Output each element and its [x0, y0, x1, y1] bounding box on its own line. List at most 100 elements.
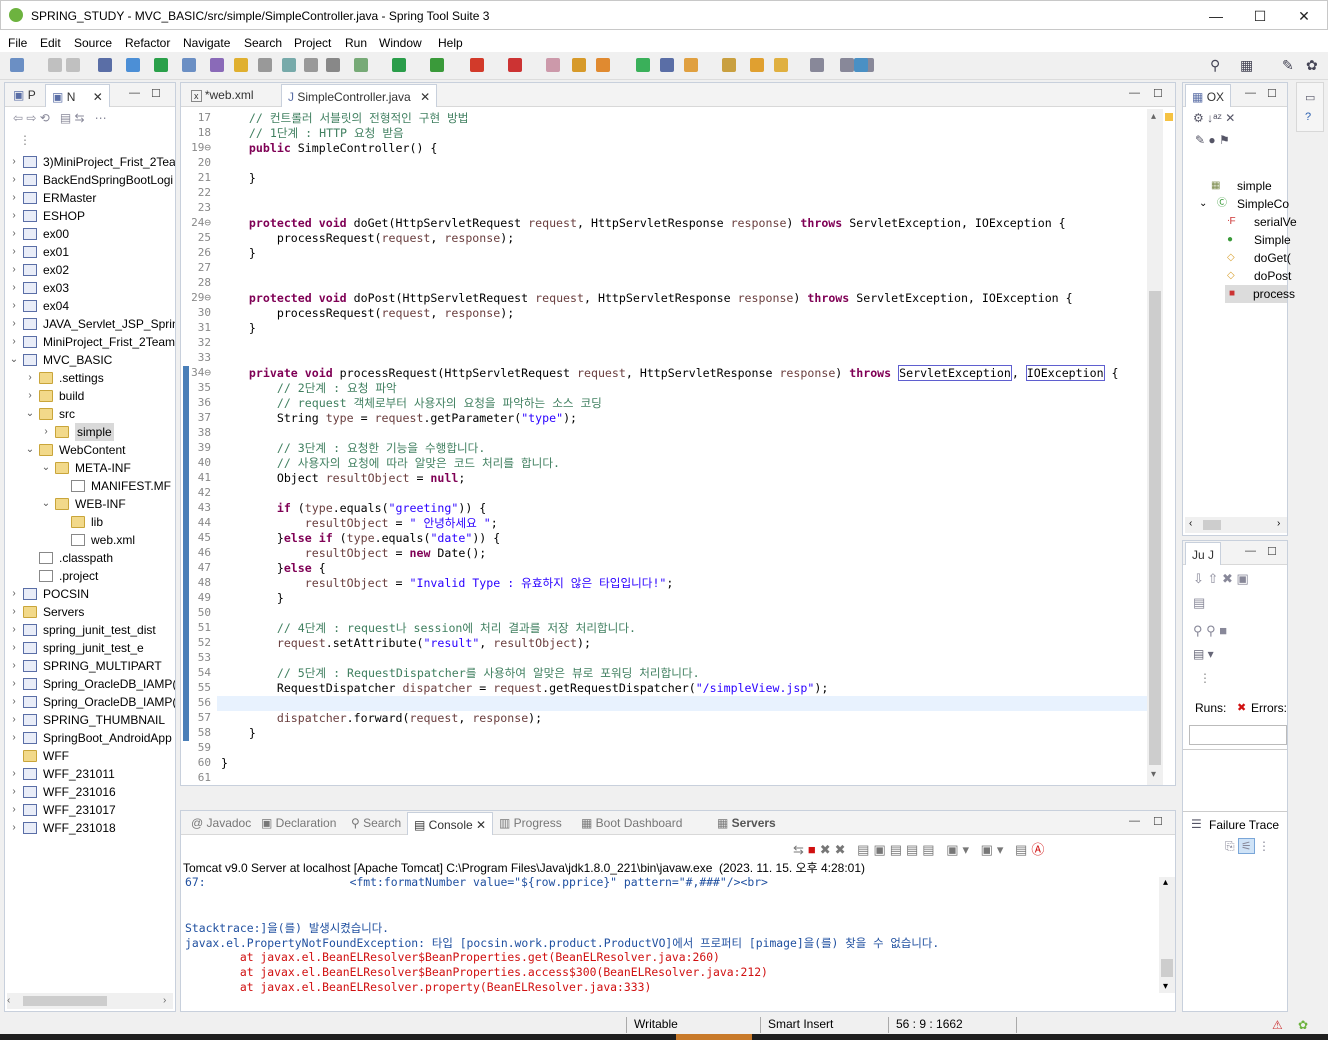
code-line[interactable]: public SimpleController() {: [221, 141, 437, 156]
maximize-outline-icon[interactable]: ☐: [1267, 87, 1277, 100]
tree-item[interactable]: › BackEndSpringBootLogi: [9, 171, 175, 189]
tree-item[interactable]: › MiniProject_Frist_2Team: [9, 333, 175, 351]
expanded-arrow-icon[interactable]: ⌄: [9, 351, 19, 369]
tree-item[interactable]: WFF: [9, 747, 175, 765]
code-line[interactable]: resultObject = "Invalid Type : 유효하지 않은 타…: [221, 576, 674, 591]
tab-console[interactable]: ▤ Console ✕: [407, 812, 494, 835]
tree-item[interactable]: › Spring_OracleDB_IAMP(: [9, 675, 175, 693]
collapsed-arrow-icon[interactable]: ›: [9, 585, 19, 603]
code-area[interactable]: 17 // 컨트롤러 서블릿의 전형적인 구현 방법 18 // 1단계 : HT…: [181, 109, 1147, 785]
menu-window[interactable]: Window: [379, 33, 422, 50]
code-line[interactable]: protected void doGet(HttpServletRequest …: [221, 216, 1066, 231]
notification-icon[interactable]: ⚠: [1272, 1018, 1283, 1032]
tree-item[interactable]: › ex03: [9, 279, 175, 297]
tree-item[interactable]: › ex02: [9, 261, 175, 279]
code-line[interactable]: // 컨트롤러 서블릿의 전형적인 구현 방법: [221, 111, 469, 126]
tree-item[interactable]: › WFF_231016: [9, 783, 175, 801]
tab-servers[interactable]: ▦ Servers: [711, 811, 782, 835]
minimize-junit-icon[interactable]: —: [1245, 545, 1256, 557]
toolbar-button-icon[interactable]: [282, 58, 296, 72]
outline-item[interactable]: ▦ simple: [1183, 177, 1287, 195]
menu-project[interactable]: Project: [294, 33, 331, 50]
toolbar-button-icon[interactable]: [10, 58, 24, 72]
junit-history-icon[interactable]: ▤: [1193, 595, 1205, 611]
code-line[interactable]: dispatcher.forward(request, response);: [221, 711, 542, 726]
menu-search[interactable]: Search: [244, 33, 282, 50]
toolbar-button-icon[interactable]: [304, 58, 318, 72]
toolbar-button-icon[interactable]: [234, 58, 248, 72]
tree-item[interactable]: › WFF_231011: [9, 765, 175, 783]
tree-item[interactable]: ⌄ src: [9, 405, 175, 423]
tree-item[interactable]: › simple: [9, 423, 175, 441]
maximize-editor-icon[interactable]: ☐: [1153, 87, 1163, 100]
tab-declaration[interactable]: ▣ Declaration: [255, 811, 342, 835]
code-line[interactable]: processRequest(request, response);: [221, 306, 514, 321]
tree-item[interactable]: .classpath: [9, 549, 175, 567]
junit-view-menu-icon[interactable]: ⋮: [1199, 671, 1211, 685]
minimize-view-icon[interactable]: —: [129, 87, 140, 99]
collapsed-arrow-icon[interactable]: ›: [9, 189, 19, 207]
junit-layout-icon[interactable]: ▤ ▾: [1193, 647, 1214, 661]
code-line[interactable]: resultObject = new Date();: [221, 546, 487, 561]
horizontal-scrollbar[interactable]: ‹ ›: [7, 993, 173, 1009]
collapsed-arrow-icon[interactable]: ›: [9, 675, 19, 693]
collapsed-arrow-icon[interactable]: ›: [9, 783, 19, 801]
expanded-arrow-icon[interactable]: ⌄: [1199, 195, 1207, 213]
code-line[interactable]: }else if (type.equals("date")) {: [221, 531, 500, 546]
expanded-arrow-icon[interactable]: ⌄: [25, 441, 35, 459]
tree-item[interactable]: › SPRING_THUMBNAIL: [9, 711, 175, 729]
toolbar-button-icon[interactable]: [98, 58, 112, 72]
menu-edit[interactable]: Edit: [40, 33, 61, 50]
maximize-console-icon[interactable]: ☐: [1153, 815, 1163, 828]
toolbar-button-icon[interactable]: [684, 58, 698, 72]
code-line[interactable]: Object resultObject = null;: [221, 471, 466, 486]
search-icon[interactable]: ⚲: [1210, 57, 1220, 74]
tree-item[interactable]: › ex04: [9, 297, 175, 315]
tree-item[interactable]: ⌄ WebContent: [9, 441, 175, 459]
status-insert-mode[interactable]: Smart Insert: [768, 1017, 833, 1031]
toolbar-button-icon[interactable]: [48, 58, 62, 72]
toolbar-button-icon[interactable]: [392, 58, 406, 72]
tab-javadoc[interactable]: @ Javadoc: [185, 811, 257, 835]
toolbar-button-icon[interactable]: [154, 58, 168, 72]
close-tab-icon[interactable]: ✕: [473, 818, 486, 832]
outline-item[interactable]: ● Simple: [1183, 231, 1291, 249]
toolbar-button-icon[interactable]: [774, 58, 788, 72]
collapsed-arrow-icon[interactable]: ›: [9, 693, 19, 711]
tree-item[interactable]: .project: [9, 567, 175, 585]
tab-junit[interactable]: Ju J: [1185, 542, 1222, 565]
code-line[interactable]: // 3단계 : 요청한 기능을 수행합니다.: [221, 441, 485, 456]
vertical-scrollbar[interactable]: ▴ ▾: [1147, 109, 1163, 785]
collapsed-arrow-icon[interactable]: ›: [9, 765, 19, 783]
perspective-spring-icon[interactable]: ✿: [1306, 57, 1318, 74]
code-line[interactable]: request.setAttribute("result", resultObj…: [221, 636, 591, 651]
menu-run[interactable]: Run: [345, 33, 367, 50]
collapsed-arrow-icon[interactable]: ›: [9, 729, 19, 747]
menu-help[interactable]: Help: [438, 33, 463, 50]
tree-item[interactable]: › spring_junit_test_dist: [9, 621, 175, 639]
code-line[interactable]: // 2단계 : 요청 파악: [221, 381, 397, 396]
outline-item[interactable]: ■ process: [1225, 285, 1295, 303]
tab-outline[interactable]: ▦ OX: [1185, 84, 1232, 107]
tab-web-xml[interactable]: x *web.xml: [185, 83, 260, 107]
tree-item[interactable]: lib: [9, 513, 175, 531]
code-line[interactable]: processRequest(request, response);: [221, 231, 514, 246]
menu-file[interactable]: File: [8, 33, 27, 50]
toolbar-button-icon[interactable]: [326, 58, 340, 72]
code-line[interactable]: RequestDispatcher dispatcher = request.g…: [221, 681, 829, 696]
toolbar-button-icon[interactable]: [258, 58, 272, 72]
code-line[interactable]: }: [221, 591, 284, 606]
expanded-arrow-icon[interactable]: ⌄: [25, 405, 35, 423]
collapsed-arrow-icon[interactable]: ›: [9, 333, 19, 351]
expanded-arrow-icon[interactable]: ⌄: [41, 459, 51, 477]
minimize-console-icon[interactable]: —: [1129, 815, 1140, 827]
code-line[interactable]: }: [221, 726, 256, 741]
toolbar-button-icon[interactable]: [660, 58, 674, 72]
collapsed-arrow-icon[interactable]: ›: [41, 423, 51, 441]
collapsed-arrow-icon[interactable]: ›: [9, 621, 19, 639]
toolbar-button-icon[interactable]: [430, 58, 444, 72]
collapsed-arrow-icon[interactable]: ›: [9, 657, 19, 675]
toolbar-button-icon[interactable]: [572, 58, 586, 72]
warning-marker-icon[interactable]: [1165, 113, 1173, 121]
tab-search[interactable]: ⚲ Search: [345, 811, 407, 835]
